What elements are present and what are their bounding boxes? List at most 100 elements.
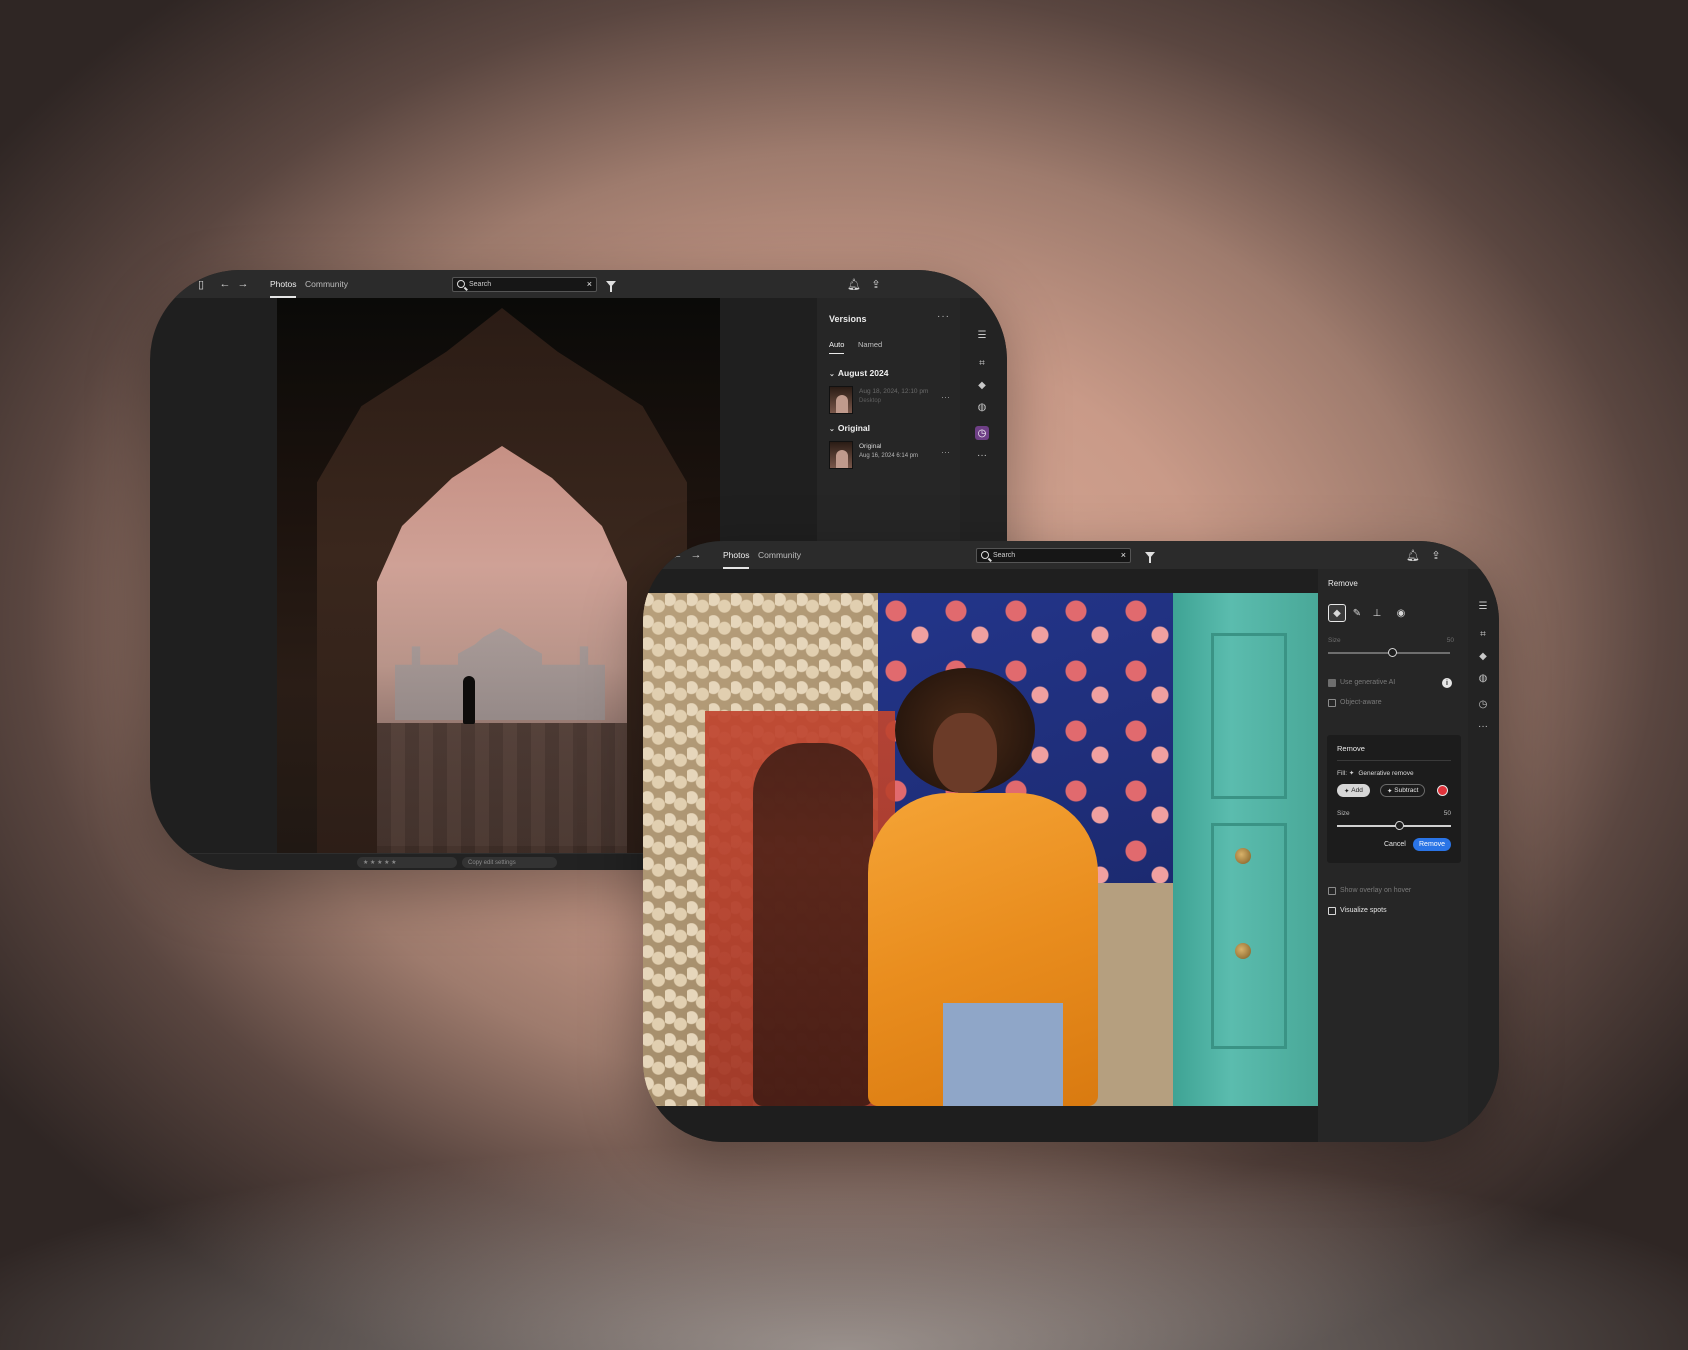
left-arrow-icon[interactable]: ← bbox=[670, 548, 684, 562]
remove-button[interactable]: Remove bbox=[1413, 838, 1452, 851]
version-name: Original bbox=[859, 443, 882, 450]
remove-panel: Remove ◆ ✎ ⊥ ◉ Size 50 Use generative AI… bbox=[1318, 569, 1468, 1142]
show-overlay-checkbox[interactable] bbox=[1328, 887, 1336, 895]
subtract-button[interactable]: ✦ Subtract bbox=[1380, 784, 1426, 797]
tab-community[interactable]: Community bbox=[758, 541, 801, 569]
more-options-icon[interactable]: ··· bbox=[941, 447, 950, 457]
filter-icon[interactable] bbox=[606, 281, 616, 292]
eraser-icon[interactable]: ◆ bbox=[1476, 649, 1490, 663]
search-input[interactable]: Search × bbox=[976, 548, 1131, 563]
brush-size-slider[interactable] bbox=[1337, 821, 1451, 830]
use-generative-ai-label: Use generative AI bbox=[1340, 679, 1396, 686]
slider-handle[interactable] bbox=[1395, 821, 1404, 830]
brush-tool-icon[interactable]: ✎ bbox=[1348, 604, 1366, 622]
visibility-eye-icon[interactable]: ◉ bbox=[1392, 604, 1410, 622]
teal-door bbox=[1173, 593, 1318, 1106]
panel-toggle-icon[interactable]: ▯ bbox=[647, 548, 661, 562]
version-sub: Aug 16, 2024 6:14 pm bbox=[859, 453, 919, 459]
version-name: Aug 18, 2024, 12:10 pm bbox=[859, 388, 929, 395]
fill-label: Fill: bbox=[1337, 770, 1348, 777]
overlay-color-swatch[interactable] bbox=[1437, 785, 1448, 796]
tab-auto[interactable]: Auto bbox=[829, 340, 845, 354]
version-item[interactable]: Original Aug 16, 2024 6:14 pm ··· bbox=[829, 441, 954, 469]
cancel-button[interactable]: Cancel bbox=[1384, 841, 1406, 848]
version-thumbnail bbox=[829, 386, 853, 414]
history-icon[interactable]: ◷ bbox=[975, 426, 989, 440]
filter-icon[interactable] bbox=[1145, 552, 1155, 563]
tab-community[interactable]: Community bbox=[305, 270, 348, 298]
share-icon[interactable]: ⇪ bbox=[869, 277, 883, 291]
tab-named[interactable]: Named bbox=[858, 340, 882, 353]
close-icon[interactable]: × bbox=[587, 279, 592, 289]
more-options-icon[interactable]: ··· bbox=[1476, 719, 1490, 733]
top-bar: ▯ ← → Photos Community Search × 🔔︎ ⇪ bbox=[150, 270, 1007, 298]
portrait-photo bbox=[643, 593, 1318, 1106]
bottom-bar bbox=[643, 1106, 1318, 1142]
more-options-icon[interactable]: ··· bbox=[941, 392, 950, 402]
divider bbox=[1337, 760, 1451, 761]
slider-handle[interactable] bbox=[1388, 648, 1397, 657]
chevron-down-icon: ⌄ bbox=[829, 371, 835, 378]
add-label: Add bbox=[1351, 787, 1363, 794]
search-icon bbox=[981, 551, 989, 559]
brush-size-value: 50 bbox=[1443, 810, 1451, 817]
crop-icon[interactable]: ⌗ bbox=[975, 356, 989, 370]
versions-title: Versions bbox=[829, 314, 867, 324]
object-aware-checkbox[interactable] bbox=[1328, 699, 1336, 707]
version-thumbnail bbox=[829, 441, 853, 469]
more-options-icon[interactable]: ··· bbox=[937, 311, 950, 322]
right-arrow-icon[interactable]: → bbox=[236, 277, 250, 291]
person-silhouette bbox=[463, 676, 475, 724]
chevron-down-icon: ⌄ bbox=[829, 426, 835, 433]
tab-photos[interactable]: Photos bbox=[723, 541, 750, 569]
remove-card-title: Remove bbox=[1337, 744, 1365, 753]
visualize-spots-label: Visualize spots bbox=[1340, 907, 1387, 914]
history-icon[interactable]: ◷ bbox=[1476, 697, 1490, 711]
visualize-spots-checkbox[interactable] bbox=[1328, 907, 1336, 915]
masking-icon[interactable]: ◍ bbox=[1476, 671, 1490, 685]
fill-row: Fill: ✦ Generative remove bbox=[1337, 770, 1414, 777]
courtyard-floor bbox=[377, 723, 627, 853]
object-aware-label: Object-aware bbox=[1340, 699, 1382, 706]
size-label: Size bbox=[1328, 637, 1341, 644]
group-label: Original bbox=[837, 423, 870, 433]
stamp-tool-icon[interactable]: ⊥ bbox=[1368, 604, 1386, 622]
right-arrow-icon[interactable]: → bbox=[689, 548, 703, 562]
share-icon[interactable]: ⇪ bbox=[1429, 548, 1443, 562]
panel-toggle-icon[interactable]: ▯ bbox=[194, 277, 208, 291]
tab-photos[interactable]: Photos bbox=[270, 270, 297, 298]
fill-value[interactable]: Generative remove bbox=[1358, 770, 1413, 777]
crop-icon[interactable]: ⌗ bbox=[1476, 627, 1490, 641]
close-icon[interactable]: × bbox=[1121, 550, 1126, 560]
search-input[interactable]: Search × bbox=[452, 277, 597, 292]
bell-icon[interactable]: 🔔︎ bbox=[847, 277, 861, 291]
group-august-2024[interactable]: ⌄ August 2024 bbox=[829, 368, 888, 378]
eraser-tool-icon[interactable]: ◆ bbox=[1328, 604, 1346, 622]
left-arrow-icon[interactable]: ← bbox=[218, 277, 232, 291]
subtract-label: Subtract bbox=[1394, 787, 1419, 794]
top-bar: ▯ ← → Photos Community Search × 🔔︎ ⇪ bbox=[643, 541, 1499, 569]
door-knob bbox=[1235, 848, 1251, 864]
copy-edit-settings-button[interactable]: Copy edit settings bbox=[462, 857, 557, 868]
version-item[interactable]: Aug 18, 2024, 12:10 pm Desktop ··· bbox=[829, 386, 954, 414]
add-button[interactable]: ✦ Add bbox=[1337, 784, 1370, 797]
rating-stars[interactable]: ★ ★ ★ ★ ★ bbox=[357, 857, 457, 868]
use-generative-ai-checkbox[interactable] bbox=[1328, 679, 1336, 687]
copy-edit-label: Copy edit settings bbox=[468, 859, 516, 866]
smiling-face bbox=[933, 713, 997, 793]
group-label: August 2024 bbox=[837, 368, 889, 378]
door-handle bbox=[1235, 943, 1251, 959]
group-original[interactable]: ⌄ Original bbox=[829, 423, 870, 433]
masking-icon[interactable]: ◍ bbox=[975, 400, 989, 414]
edit-sliders-icon[interactable]: ☰ bbox=[975, 328, 989, 342]
info-icon[interactable]: i bbox=[1442, 678, 1452, 688]
bell-icon[interactable]: 🔔︎ bbox=[1406, 548, 1420, 562]
show-overlay-label: Show overlay on hover bbox=[1340, 887, 1412, 894]
search-icon bbox=[457, 280, 465, 288]
remove-card: Remove Fill: ✦ Generative remove ✦ Add ✦ … bbox=[1327, 735, 1461, 863]
more-options-icon[interactable]: ··· bbox=[975, 448, 989, 462]
edit-sliders-icon[interactable]: ☰ bbox=[1476, 599, 1490, 613]
tool-strip: ☰ ⌗ ◆ ◍ ◷ ··· bbox=[1468, 569, 1499, 1142]
eraser-icon[interactable]: ◆ bbox=[975, 378, 989, 392]
size-slider[interactable] bbox=[1328, 648, 1450, 657]
